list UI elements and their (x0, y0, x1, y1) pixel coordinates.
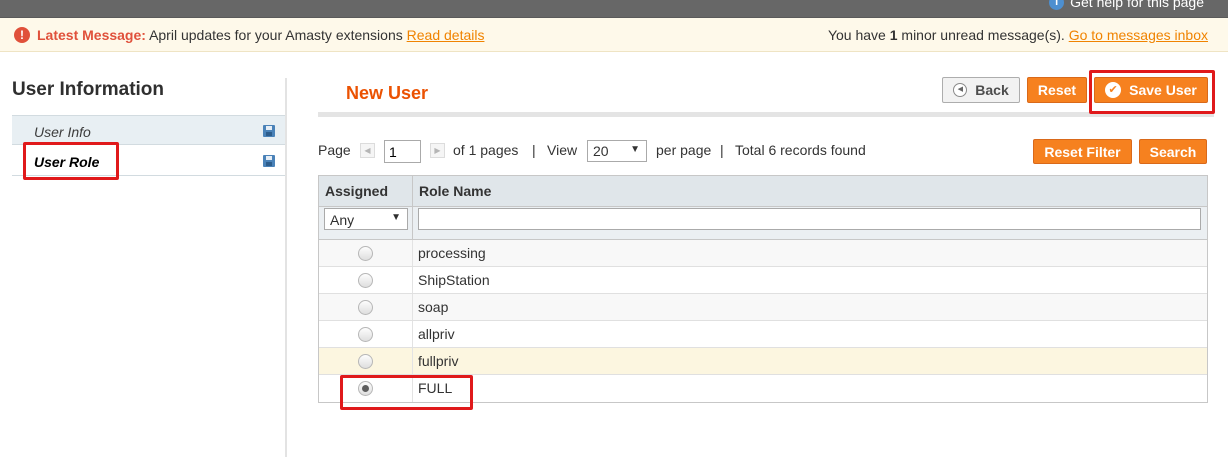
save-user-button-label: Save User (1129, 82, 1197, 98)
column-header-role-name[interactable]: Role Name (413, 176, 1207, 206)
page-title: New User (346, 83, 429, 103)
reset-filter-button[interactable]: Reset Filter (1033, 139, 1132, 164)
page-count-text: of 1 pages (453, 142, 519, 158)
prev-page-icon[interactable]: ◀ (360, 143, 375, 158)
assigned-filter-value: Any (330, 212, 355, 228)
column-divider (285, 78, 287, 457)
role-name-cell: soap (418, 299, 449, 315)
next-page-icon[interactable]: ▶ (430, 143, 445, 158)
help-link[interactable]: i Get help for this page (1049, 0, 1204, 10)
search-button-label: Search (1149, 143, 1197, 160)
role-name-cell: processing (418, 245, 486, 261)
total-records: Total 6 records found (735, 142, 866, 158)
chevron-down-icon: ▼ (630, 144, 640, 155)
view-label: View (547, 142, 578, 158)
save-icon (263, 125, 275, 137)
save-user-button[interactable]: ✔ Save User (1094, 77, 1208, 103)
back-arrow-icon: ◀ (953, 83, 968, 97)
role-radio[interactable] (358, 273, 373, 288)
alert-icon: ! (14, 27, 30, 43)
per-page-value: 20 (593, 143, 609, 159)
pager-separator: | (532, 142, 536, 158)
unread-messages-summary: You have 1 minor unread message(s). Go t… (828, 27, 1208, 43)
read-details-link[interactable]: Read details (407, 27, 485, 43)
sidebar: User Information User Info User Role (0, 53, 287, 457)
search-button[interactable]: Search (1139, 139, 1207, 164)
check-icon: ✔ (1105, 82, 1122, 98)
role-radio[interactable] (358, 354, 373, 369)
sidebar-item-label: User Role (34, 154, 100, 170)
title-divider (318, 112, 1214, 117)
reset-button[interactable]: Reset (1027, 77, 1087, 103)
help-icon: i (1049, 0, 1065, 10)
role-radio[interactable] (358, 246, 373, 261)
role-radio[interactable] (358, 327, 373, 342)
unread-suffix: minor unread message(s). (901, 27, 1065, 43)
unread-prefix: You have (827, 27, 886, 43)
roles-grid: Assigned Role Name Any ▼ processing Ship… (318, 175, 1208, 403)
help-link-label: Get help for this page (1070, 0, 1204, 10)
role-radio[interactable] (358, 300, 373, 315)
admin-header-bar: i Get help for this page (0, 0, 1228, 18)
save-icon (263, 155, 275, 167)
back-button-label: Back (975, 82, 1009, 98)
table-row[interactable]: allpriv (319, 321, 1207, 348)
system-message-bar: ! Latest Message: April updates for your… (0, 18, 1228, 52)
latest-message-label: Latest Message: (37, 27, 146, 43)
per-page-label: per page (656, 142, 712, 158)
per-page-select[interactable]: 20 ▼ (587, 140, 647, 162)
table-row[interactable]: FULL (319, 375, 1207, 402)
latest-message-text: April updates for your Amasty extensions (149, 27, 403, 43)
reset-filter-label: Reset Filter (1044, 143, 1121, 160)
messages-inbox-link[interactable]: Go to messages inbox (1069, 27, 1208, 43)
table-row[interactable]: ShipStation (319, 267, 1207, 294)
table-row[interactable]: soap (319, 294, 1207, 321)
role-radio-selected[interactable] (358, 381, 373, 396)
grid-header-row: Assigned Role Name (319, 176, 1207, 207)
back-button[interactable]: ◀ Back (942, 77, 1020, 103)
sidebar-item-label: User Info (34, 124, 91, 140)
latest-message: Latest Message: April updates for your A… (37, 27, 484, 43)
pager-separator: | (720, 142, 724, 158)
role-name-cell: FULL (418, 380, 453, 396)
chevron-down-icon: ▼ (391, 212, 401, 223)
role-name-cell: allpriv (418, 326, 455, 342)
role-name-cell: fullpriv (418, 353, 459, 369)
table-row[interactable]: processing (319, 240, 1207, 267)
page-label: Page (318, 142, 351, 158)
unread-count: 1 (889, 27, 898, 43)
assigned-filter-select[interactable]: Any ▼ (324, 208, 408, 230)
grid-filter-row: Any ▼ (319, 207, 1207, 240)
sidebar-title: User Information (12, 79, 165, 100)
role-name-cell: ShipStation (418, 272, 490, 288)
sidebar-item-user-role[interactable]: User Role (12, 146, 286, 176)
sidebar-item-user-info[interactable]: User Info (12, 115, 286, 145)
column-header-assigned[interactable]: Assigned (319, 176, 413, 206)
table-row[interactable]: fullpriv (319, 348, 1207, 375)
reset-button-label: Reset (1037, 82, 1077, 98)
page-number-input[interactable] (384, 140, 421, 163)
role-name-filter-input[interactable] (418, 208, 1201, 230)
